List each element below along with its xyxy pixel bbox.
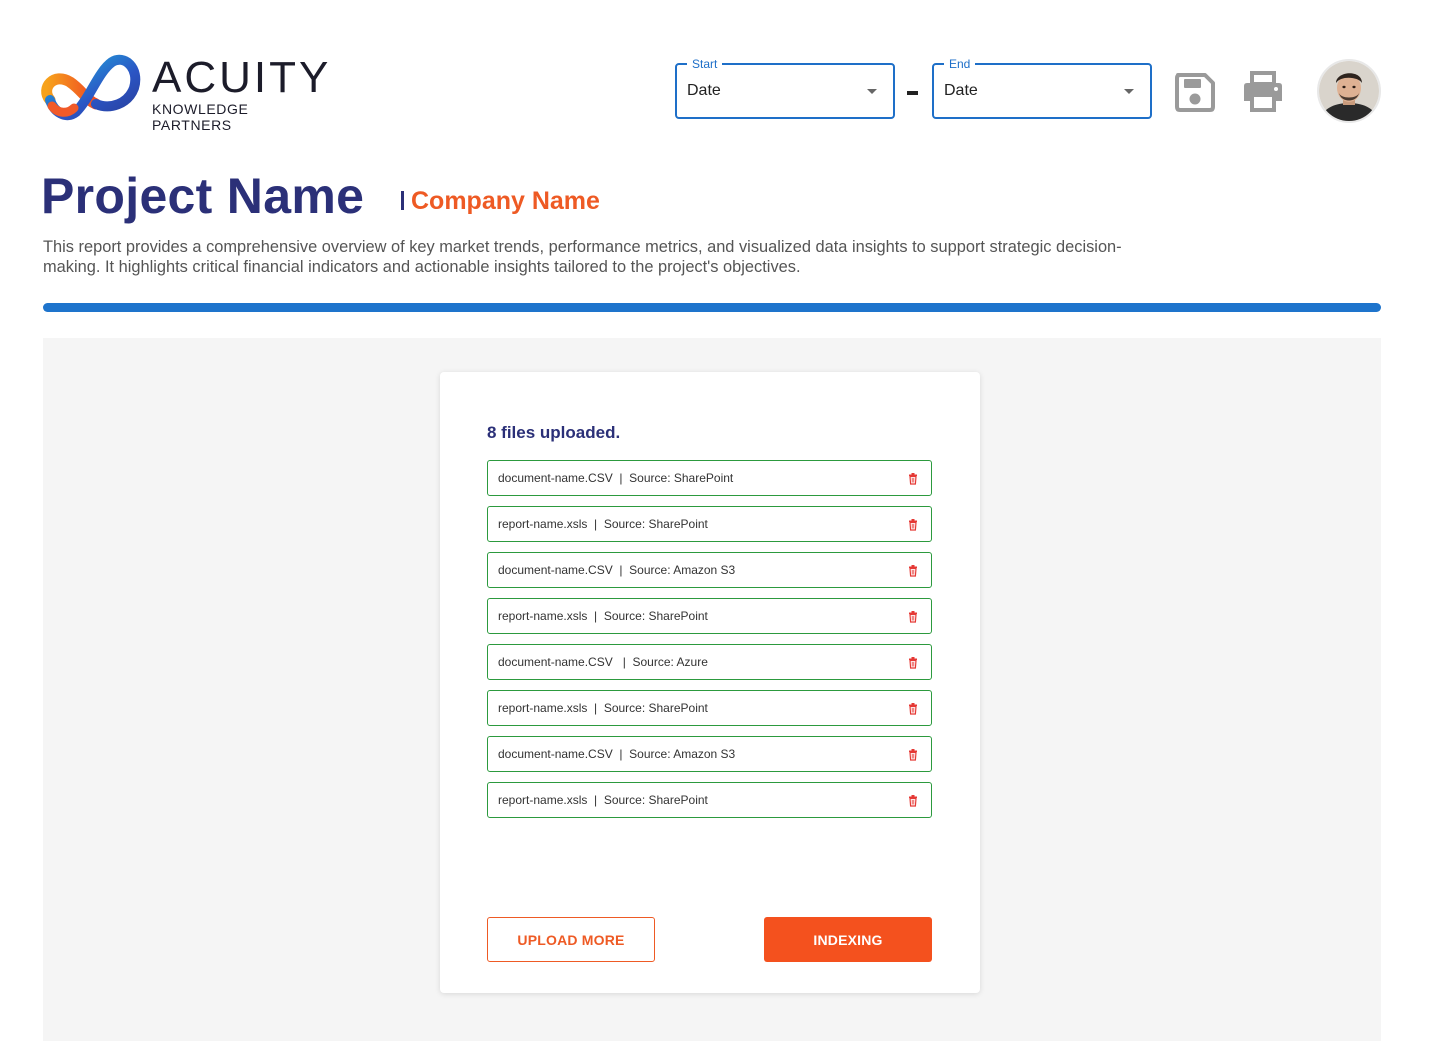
- upload-card: 8 files uploaded. document-name.CSV | So…: [440, 372, 980, 993]
- user-photo-icon: [1319, 61, 1379, 121]
- save-button[interactable]: [1173, 70, 1217, 114]
- file-item[interactable]: document-name.CSV | Source: Amazon S3: [487, 552, 932, 588]
- trash-icon[interactable]: [908, 518, 918, 536]
- brand-name: ACUITY: [152, 53, 332, 102]
- print-button[interactable]: [1240, 70, 1284, 114]
- upload-status: 8 files uploaded.: [487, 423, 621, 442]
- file-item-label: document-name.CSV | Source: Azure: [498, 655, 708, 669]
- brand-tagline: KNOWLEDGE PARTNERS: [152, 101, 249, 133]
- file-item-label: report-name.xsls | Source: SharePoint: [498, 517, 708, 531]
- file-item-label: report-name.xsls | Source: SharePoint: [498, 793, 708, 807]
- end-date-legend: End: [944, 57, 976, 71]
- end-date-value: Date: [944, 82, 978, 99]
- section-divider: [43, 303, 1381, 312]
- trash-icon[interactable]: [908, 702, 918, 720]
- trash-icon[interactable]: [908, 656, 918, 674]
- file-item[interactable]: document-name.CSV | Source: Amazon S3: [487, 736, 932, 772]
- file-item-label: document-name.CSV | Source: Amazon S3: [498, 747, 736, 761]
- file-item-label: report-name.xsls | Source: SharePoint: [498, 609, 708, 623]
- file-item[interactable]: document-name.CSV | Source: Azure: [487, 644, 932, 680]
- end-date-select[interactable]: End Date: [932, 57, 1152, 119]
- chevron-down-icon: [1124, 89, 1134, 94]
- file-item-label: report-name.xsls | Source: SharePoint: [498, 701, 708, 715]
- file-item[interactable]: document-name.CSV | Source: SharePoint: [487, 460, 932, 496]
- start-date-value: Date: [687, 82, 721, 99]
- file-item-label: document-name.CSV | Source: SharePoint: [498, 471, 734, 485]
- trash-icon[interactable]: [908, 610, 918, 628]
- trash-icon[interactable]: [908, 564, 918, 582]
- company-name: Company Name: [401, 186, 600, 216]
- trash-icon[interactable]: [908, 794, 918, 812]
- acuity-logo[interactable]: ACUITY KNOWLEDGE PARTNERS: [40, 52, 332, 133]
- trash-icon[interactable]: [908, 472, 918, 490]
- indexing-button[interactable]: INDEXING: [764, 917, 932, 962]
- upload-more-button[interactable]: UPLOAD MORE: [487, 917, 655, 962]
- file-item[interactable]: report-name.xsls | Source: SharePoint: [487, 690, 932, 726]
- start-date-select[interactable]: Start Date: [675, 57, 895, 119]
- file-list: document-name.CSV | Source: SharePoint re…: [487, 460, 932, 828]
- file-item-label: document-name.CSV | Source: Amazon S3: [498, 563, 736, 577]
- infinity-logo-icon: [41, 54, 141, 121]
- start-date-legend: Start: [687, 57, 723, 71]
- chevron-down-icon: [867, 89, 877, 94]
- trash-icon[interactable]: [908, 748, 918, 766]
- date-range-separator: [907, 91, 918, 95]
- user-avatar[interactable]: [1317, 59, 1381, 123]
- save-icon: [1175, 73, 1215, 112]
- file-item[interactable]: report-name.xsls | Source: SharePoint: [487, 782, 932, 818]
- report-description: This report provides a comprehensive ove…: [43, 238, 1122, 276]
- file-item[interactable]: report-name.xsls | Source: SharePoint: [487, 598, 932, 634]
- print-icon: [1244, 71, 1282, 112]
- file-item[interactable]: report-name.xsls | Source: SharePoint: [487, 506, 932, 542]
- page-title: Project Name: [41, 168, 365, 224]
